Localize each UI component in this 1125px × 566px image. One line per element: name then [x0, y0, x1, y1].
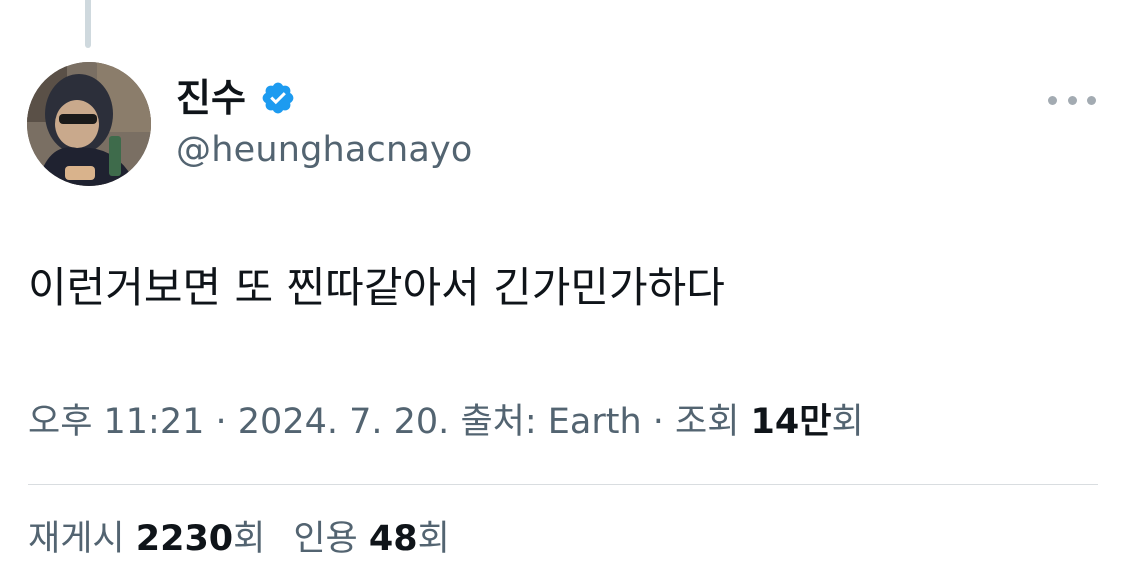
display-name[interactable]: 진수 [176, 72, 246, 124]
source-label: 출처: [460, 402, 548, 442]
avatar[interactable] [27, 62, 151, 186]
views-label: 조회 [675, 402, 751, 442]
tweet-stats: 재게시 2230회 인용 48회 [28, 512, 450, 566]
retweets-count: 2230 [135, 519, 234, 559]
avatar-image [27, 62, 151, 186]
retweets-label: 재게시 [28, 519, 136, 559]
tweet-time[interactable]: 오후 11:21 [28, 402, 204, 442]
more-dot [1067, 95, 1077, 105]
quotes-suffix: 회 [417, 519, 450, 559]
retweets-stat[interactable]: 재게시 2230회 [28, 519, 265, 559]
more-dot [1087, 95, 1096, 105]
divider [28, 484, 1098, 485]
more-dot [1048, 95, 1057, 105]
thread-connector-line [85, 0, 91, 48]
tweet-source[interactable]: Earth [548, 402, 642, 442]
more-options-icon[interactable] [1048, 88, 1096, 112]
quotes-label: 인용 [293, 519, 369, 559]
tweet-date[interactable]: 2024. 7. 20. [238, 402, 450, 442]
tweet-meta: 오후 11:21 · 2024. 7. 20. 출처: Earth · 조회 1… [28, 395, 864, 449]
views-count[interactable]: 14만 [751, 402, 832, 442]
views-suffix: 회 [831, 402, 864, 442]
meta-separator: · [641, 402, 676, 442]
meta-separator: · [204, 402, 238, 442]
retweets-suffix: 회 [233, 519, 266, 559]
quotes-stat[interactable]: 인용 48회 [293, 519, 449, 559]
tweet-text: 이런거보면 또 찐따같아서 긴가민가하다 [28, 263, 725, 312]
quotes-count: 48 [368, 519, 418, 559]
user-handle[interactable]: @heunghacnayo [176, 127, 473, 173]
verified-badge-icon[interactable] [260, 80, 296, 116]
